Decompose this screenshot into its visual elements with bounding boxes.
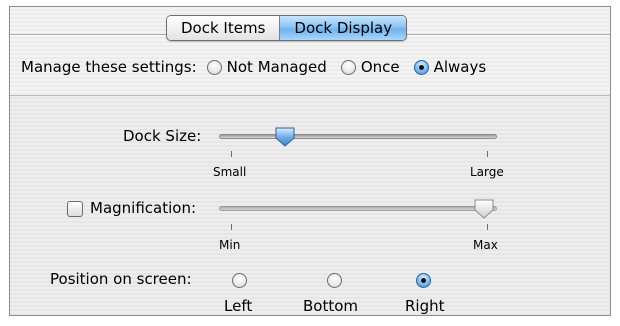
magnification-label: Magnification: <box>90 199 197 217</box>
dock-size-max-tick <box>487 151 488 157</box>
radio-button[interactable] <box>206 59 222 75</box>
manage-option-not-managed[interactable]: Not Managed <box>206 58 327 76</box>
manage-option-label: Always <box>433 58 487 76</box>
position-radio-bottom[interactable] <box>327 273 342 288</box>
manage-option-always[interactable]: Always <box>413 58 487 76</box>
tab-dock-display[interactable]: Dock Display <box>279 16 407 40</box>
position-option-left-label: Left <box>224 297 253 315</box>
dock-size-label: Dock Size: <box>123 127 202 145</box>
tab-control: Dock Items Dock Display <box>166 15 408 41</box>
magnification-min-label: Min <box>219 238 241 252</box>
magnification-min-tick <box>231 224 232 230</box>
magnification-max-label: Max <box>473 238 498 252</box>
manage-option-label: Not Managed <box>226 58 327 76</box>
manage-settings-row: Manage these settings: Not Managed Once … <box>21 58 500 76</box>
dock-size-max-label: Large <box>470 165 504 179</box>
tab-dock-items[interactable]: Dock Items <box>167 16 280 40</box>
radio-button-selected[interactable] <box>413 59 429 75</box>
manage-option-label: Once <box>360 58 400 76</box>
position-label: Position on screen: <box>50 270 192 288</box>
position-option-right-label: Right <box>405 297 445 315</box>
radio-button[interactable] <box>340 59 356 75</box>
manage-option-once[interactable]: Once <box>340 58 400 76</box>
dock-size-min-label: Small <box>213 165 247 179</box>
position-option-bottom-label: Bottom <box>303 297 359 315</box>
position-radio-right[interactable] <box>416 273 431 288</box>
position-radio-left[interactable] <box>232 273 247 288</box>
magnification-max-tick <box>487 224 488 230</box>
dock-size-slider-track[interactable] <box>219 134 497 139</box>
dock-size-min-tick <box>231 151 232 157</box>
dock-size-slider-thumb[interactable] <box>274 126 296 148</box>
magnification-checkbox[interactable] <box>67 201 83 217</box>
magnification-slider-track[interactable] <box>219 206 497 211</box>
magnification-slider-thumb[interactable] <box>473 198 495 220</box>
manage-settings-label: Manage these settings: <box>21 58 197 76</box>
